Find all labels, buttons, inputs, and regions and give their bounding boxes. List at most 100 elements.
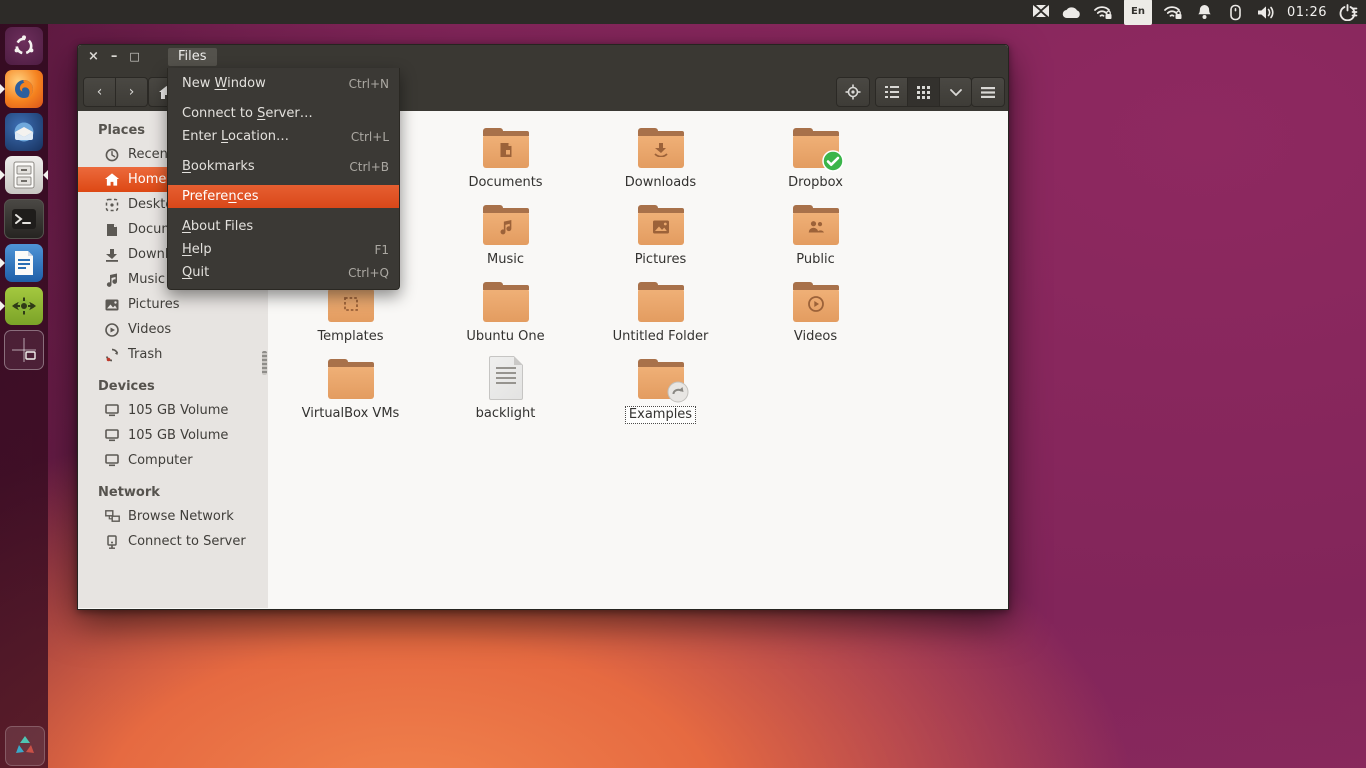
- menu-item-help[interactable]: Help F1: [168, 238, 399, 261]
- template-emblem-icon: [343, 296, 358, 311]
- wifi-secure-icon-2[interactable]: [1163, 0, 1183, 24]
- file-item-downloads[interactable]: Downloads: [583, 116, 738, 193]
- drive-icon: [104, 403, 120, 419]
- folder-icon: [792, 124, 840, 170]
- menu-item-new-window[interactable]: New Window Ctrl+N: [168, 72, 399, 95]
- grid-view-button[interactable]: [908, 77, 940, 107]
- home-icon: [104, 172, 120, 188]
- volume-icon[interactable]: [1256, 0, 1276, 24]
- wifi-secure-icon[interactable]: [1093, 0, 1113, 24]
- folder-icon: [637, 201, 685, 247]
- minimize-button[interactable]: –: [111, 48, 118, 66]
- sidebar-scrollbar-thumb[interactable]: [262, 351, 267, 375]
- sidebar-item-pictures[interactable]: Pictures: [78, 292, 268, 317]
- network-icon: [104, 509, 120, 525]
- sidebar-item-volume-1[interactable]: 105 GB Volume: [78, 398, 268, 423]
- list-view-icon: [885, 86, 899, 98]
- folder-icon: [792, 278, 840, 324]
- window-menu-button[interactable]: [971, 77, 1005, 107]
- battery-icon[interactable]: [1225, 0, 1245, 24]
- forward-button[interactable]: ›: [116, 77, 148, 107]
- keyboard-layout-indicator[interactable]: En: [1124, 0, 1152, 25]
- trash-icon: [104, 347, 120, 363]
- launcher-item-workspace-switcher[interactable]: [4, 330, 44, 370]
- sidebar-section-network: Network: [78, 473, 268, 504]
- server-icon: [104, 534, 120, 550]
- file-item-videos[interactable]: Videos: [738, 270, 893, 347]
- downloads-icon: [104, 247, 120, 263]
- folder-icon: [792, 201, 840, 247]
- image-emblem-icon: [652, 220, 669, 234]
- nav-buttons: ‹ ›: [83, 77, 148, 105]
- launcher-item-trash[interactable]: [5, 726, 45, 766]
- clock[interactable]: 01:26: [1287, 0, 1327, 24]
- document-emblem-icon: [499, 142, 512, 158]
- file-item-virtualbox-vms[interactable]: VirtualBox VMs: [273, 347, 428, 424]
- file-item-music[interactable]: Music: [428, 193, 583, 270]
- menubar-files[interactable]: Files: [168, 48, 217, 66]
- file-item-dropbox[interactable]: Dropbox: [738, 116, 893, 193]
- file-item-documents[interactable]: Documents: [428, 116, 583, 193]
- launcher-item-libreoffice-writer[interactable]: [5, 244, 43, 282]
- session-power-icon[interactable]: [1338, 0, 1358, 24]
- launcher-item-dash[interactable]: [5, 27, 43, 65]
- window-controls: × – □: [88, 48, 140, 66]
- menu-item-bookmarks[interactable]: Bookmarks Ctrl+B: [168, 155, 399, 178]
- launcher-item-firefox[interactable]: [5, 70, 43, 108]
- launcher-item-thunderbird[interactable]: [5, 113, 43, 151]
- launcher-item-files[interactable]: [5, 156, 43, 194]
- folder-icon: [482, 201, 530, 247]
- folder-icon: [637, 124, 685, 170]
- folder-icon: [482, 124, 530, 170]
- file-item-ubuntu-one[interactable]: Ubuntu One: [428, 270, 583, 347]
- running-indicator: [0, 258, 5, 268]
- music-emblem-icon: [499, 219, 512, 234]
- menu-item-enter-location[interactable]: Enter Location… Ctrl+L: [168, 125, 399, 148]
- focused-indicator: [0, 170, 5, 180]
- sync-indicator-icon[interactable]: [1031, 0, 1051, 24]
- drive-icon: [104, 428, 120, 444]
- running-indicator: [0, 84, 5, 94]
- top-panel: En: [0, 0, 1366, 24]
- system-tray: En: [1031, 0, 1366, 25]
- sidebar-section-devices: Devices: [78, 367, 268, 398]
- file-item-public[interactable]: Public: [738, 193, 893, 270]
- recent-icon: [104, 147, 120, 163]
- sidebar-item-connect-to-server[interactable]: Connect to Server: [78, 529, 268, 554]
- close-button[interactable]: ×: [88, 48, 99, 66]
- launcher-item-terminal[interactable]: [4, 199, 44, 239]
- file-item-untitled-folder[interactable]: Untitled Folder: [583, 270, 738, 347]
- back-button[interactable]: ‹: [83, 77, 116, 107]
- focused-indicator: [43, 170, 48, 180]
- maximize-button[interactable]: □: [129, 48, 139, 66]
- file-item-examples[interactable]: Examples: [583, 347, 738, 424]
- pictures-icon: [104, 297, 120, 313]
- sidebar-item-trash[interactable]: Trash: [78, 342, 268, 367]
- menu-item-connect-to-server[interactable]: Connect to Server…: [168, 102, 399, 125]
- view-toggle-group: [875, 77, 972, 105]
- list-view-button[interactable]: [875, 77, 908, 107]
- menu-item-quit[interactable]: Quit Ctrl+Q: [168, 261, 399, 284]
- computer-icon: [104, 453, 120, 469]
- running-indicator: [0, 301, 5, 311]
- menu-item-about-files[interactable]: About Files: [168, 215, 399, 238]
- file-item-pictures[interactable]: Pictures: [583, 193, 738, 270]
- cloud-icon[interactable]: [1062, 0, 1082, 24]
- search-button[interactable]: [836, 77, 870, 107]
- launcher-item-viewer[interactable]: [5, 287, 43, 325]
- sidebar-item-computer[interactable]: Computer: [78, 448, 268, 473]
- folder-icon: [327, 355, 375, 401]
- videos-icon: [104, 322, 120, 338]
- view-options-dropdown[interactable]: [940, 77, 972, 107]
- notifications-bell-icon[interactable]: [1194, 0, 1214, 24]
- file-item-backlight[interactable]: backlight: [428, 347, 583, 424]
- people-emblem-icon: [807, 220, 824, 233]
- document-icon: [104, 222, 120, 238]
- sidebar-item-videos[interactable]: Videos: [78, 317, 268, 342]
- desktop-icon: [104, 197, 120, 213]
- menu-item-preferences[interactable]: Preferences: [168, 185, 399, 208]
- unity-launcher: [0, 24, 48, 768]
- sidebar-item-volume-2[interactable]: 105 GB Volume: [78, 423, 268, 448]
- sync-ok-badge-icon: [822, 150, 844, 172]
- sidebar-item-browse-network[interactable]: Browse Network: [78, 504, 268, 529]
